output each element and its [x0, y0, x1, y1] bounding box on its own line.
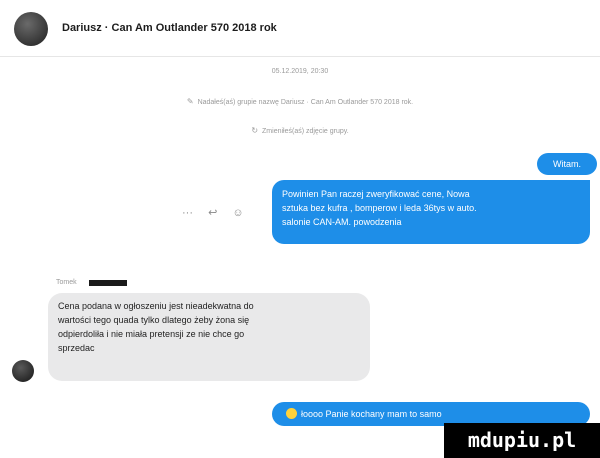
redacted-surname: [89, 280, 127, 286]
sender-avatar[interactable]: [12, 360, 34, 382]
offer-line: Powinien Pan raczej zweryfikować cene, N…: [282, 189, 470, 199]
sender-name: Tomek: [56, 279, 77, 286]
conversation-header: Dariusz · Can Am Outlander 570 2018 rok: [0, 0, 600, 57]
grinning-emoji-icon: [286, 408, 297, 419]
sent-message-offer[interactable]: Powinien Pan raczej zweryfikować cene, N…: [272, 180, 590, 244]
sent-message-witam[interactable]: Witam.: [537, 153, 597, 175]
last-message-text: łoooo Panie kochany mam to samo: [301, 409, 442, 419]
reply-icon[interactable]: ↩: [208, 207, 217, 219]
offer-line: sztuka bez kufra , bomperow i leda 36tys…: [282, 203, 477, 213]
message-actions: ··· ↩ ☺: [182, 206, 256, 219]
refresh-icon: ↻: [251, 126, 259, 135]
reply-line: wartości tego quada tylko dlatego żeby ż…: [58, 315, 250, 325]
system-rename-notice: ✎ Nadałeś(aś) grupie nazwę Dariusz · Can …: [0, 97, 600, 106]
system-photo-text: Zmieniłeś(aś) zdjęcie grupy.: [262, 128, 349, 135]
timestamp: 05.12.2019, 20:30: [271, 68, 329, 75]
system-rename-text: Nadałeś(aś) grupie nazwę Dariusz · Can A…: [197, 99, 414, 106]
received-message[interactable]: Cena podana w ogłoszeniu jest nieadekwat…: [48, 293, 370, 381]
reply-line: odpierdoliła i nie miała pretensji ze ni…: [58, 329, 245, 339]
offer-line: salonie CAN-AM. powodzenia: [282, 217, 402, 227]
conversation-title: Dariusz · Can Am Outlander 570 2018 rok: [62, 22, 277, 34]
emoji-reaction-icon[interactable]: ☺: [232, 207, 243, 219]
more-icon[interactable]: ···: [182, 207, 193, 219]
reply-line: Cena podana w ogłoszeniu jest nieadekwat…: [58, 301, 254, 311]
system-photo-notice: ↻ Zmieniłeś(aś) zdjęcie grupy.: [0, 126, 600, 135]
pencil-icon: ✎: [186, 97, 194, 106]
group-avatar[interactable]: [14, 12, 48, 46]
reply-line: sprzedac: [58, 343, 95, 353]
watermark-logo: mdupiu.pl: [444, 423, 600, 458]
